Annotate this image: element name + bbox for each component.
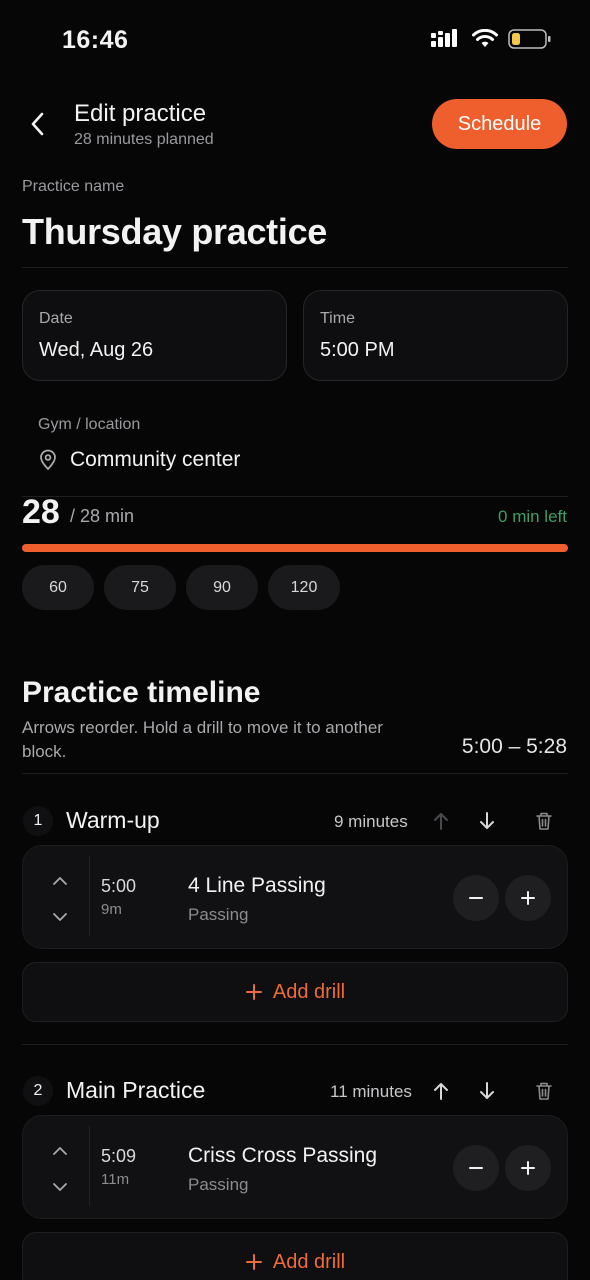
trash-icon — [536, 1082, 552, 1100]
status-time: 16:46 — [62, 26, 129, 54]
timeline-subtitle: Arrows reorder. Hold a drill to move it … — [22, 718, 383, 761]
time-field[interactable]: Time 5:00 PM — [303, 290, 568, 381]
block-name[interactable]: Warm-up — [66, 807, 160, 834]
duration-option-75[interactable]: 75 — [104, 565, 176, 610]
drill-card[interactable]: 5:09 11m Criss Cross Passing Passing — [22, 1115, 568, 1219]
block-move-down-button[interactable] — [472, 1076, 502, 1106]
block-move-up-button[interactable] — [426, 806, 456, 836]
drill-increase-button[interactable] — [505, 875, 551, 921]
block-delete-button[interactable] — [529, 806, 559, 836]
wifi-icon — [472, 29, 498, 47]
drill-increase-button[interactable] — [505, 1145, 551, 1191]
block-number: 2 — [23, 1076, 53, 1106]
location-pin-icon — [40, 449, 56, 471]
chevron-down-icon — [53, 913, 67, 921]
arrow-up-icon — [434, 1083, 448, 1100]
block-duration: 9 minutes — [334, 812, 408, 831]
date-value: Wed, Aug 26 — [39, 339, 154, 361]
chevron-left-icon — [31, 112, 44, 136]
duration-progress-fill — [22, 544, 568, 552]
duration-option-60[interactable]: 60 — [22, 565, 94, 610]
date-field[interactable]: Date Wed, Aug 26 — [22, 290, 287, 381]
block-duration: 11 minutes — [330, 1082, 412, 1101]
location-label: Gym / location — [38, 416, 141, 433]
add-drill-label: Add drill — [272, 1250, 346, 1273]
chevron-up-icon — [53, 1147, 67, 1155]
drill-category: Passing — [188, 905, 249, 924]
location-field[interactable]: Community center — [38, 448, 240, 472]
plus-icon — [245, 984, 262, 1000]
add-drill-label: Add drill — [272, 980, 346, 1003]
drill-category: Passing — [188, 1175, 249, 1194]
drill-move-up-button[interactable] — [45, 1136, 75, 1166]
block-move-up-button[interactable] — [426, 1076, 456, 1106]
plus-icon — [245, 1254, 262, 1270]
minutes-left: 0 min left — [498, 507, 567, 526]
planned-minutes: 28 — [22, 493, 60, 531]
drill-name: 4 Line Passing — [188, 874, 326, 897]
battery-icon — [508, 29, 551, 49]
divider — [22, 267, 568, 268]
drill-length: 11m — [101, 1171, 130, 1188]
trash-icon — [536, 812, 552, 830]
status-icons — [430, 28, 552, 50]
drill-decrease-button[interactable] — [453, 1145, 499, 1191]
block-move-down-button[interactable] — [472, 806, 502, 836]
total-minutes: / 28 min — [70, 506, 135, 526]
plus-icon — [521, 891, 535, 905]
drill-start-time: 5:00 — [101, 876, 137, 896]
add-drill-button[interactable]: Add drill — [22, 1232, 568, 1280]
signal-icon — [431, 29, 457, 47]
practice-name-input[interactable]: Thursday practice — [22, 211, 327, 253]
chevron-down-icon — [53, 1183, 67, 1191]
arrow-down-icon — [480, 812, 494, 829]
drill-length: 9m — [101, 901, 122, 918]
practice-name-label: Practice name — [22, 178, 125, 195]
add-drill-button[interactable]: Add drill — [22, 962, 568, 1022]
location-value: Community center — [70, 448, 241, 471]
arrow-down-icon — [480, 1082, 494, 1099]
drill-decrease-button[interactable] — [453, 875, 499, 921]
timeline-range: 5:00 – 5:28 — [461, 735, 567, 758]
drill-move-up-button[interactable] — [45, 866, 75, 896]
page-subtitle: 28 minutes planned — [74, 131, 214, 148]
duration-option-90[interactable]: 90 — [186, 565, 258, 610]
drill-name: Criss Cross Passing — [188, 1144, 378, 1167]
drill-start-time: 5:09 — [101, 1146, 137, 1166]
divider — [22, 496, 568, 497]
back-button[interactable] — [18, 104, 58, 144]
drill-separator — [89, 856, 90, 936]
duration-progress-bar — [22, 544, 568, 552]
divider — [22, 1044, 568, 1045]
duration-option-120[interactable]: 120 — [268, 565, 340, 610]
chevron-up-icon — [53, 877, 67, 885]
block-name[interactable]: Main Practice — [66, 1077, 205, 1104]
block-delete-button[interactable] — [529, 1076, 559, 1106]
plus-icon — [521, 1161, 535, 1175]
page-title: Edit practice — [74, 100, 207, 127]
arrow-up-icon — [434, 813, 448, 830]
drill-card[interactable]: 5:00 9m 4 Line Passing Passing — [22, 845, 568, 949]
drill-move-down-button[interactable] — [45, 1172, 75, 1202]
minus-icon — [469, 1167, 483, 1169]
schedule-button[interactable]: Schedule — [432, 99, 567, 149]
time-label: Time — [320, 310, 355, 327]
drill-move-down-button[interactable] — [45, 902, 75, 932]
minus-icon — [469, 897, 483, 899]
drill-separator — [89, 1126, 90, 1206]
time-value: 5:00 PM — [320, 339, 395, 361]
divider — [22, 773, 568, 774]
block-number: 1 — [23, 806, 53, 836]
date-label: Date — [39, 310, 73, 327]
timeline-title: Practice timeline — [22, 676, 261, 709]
